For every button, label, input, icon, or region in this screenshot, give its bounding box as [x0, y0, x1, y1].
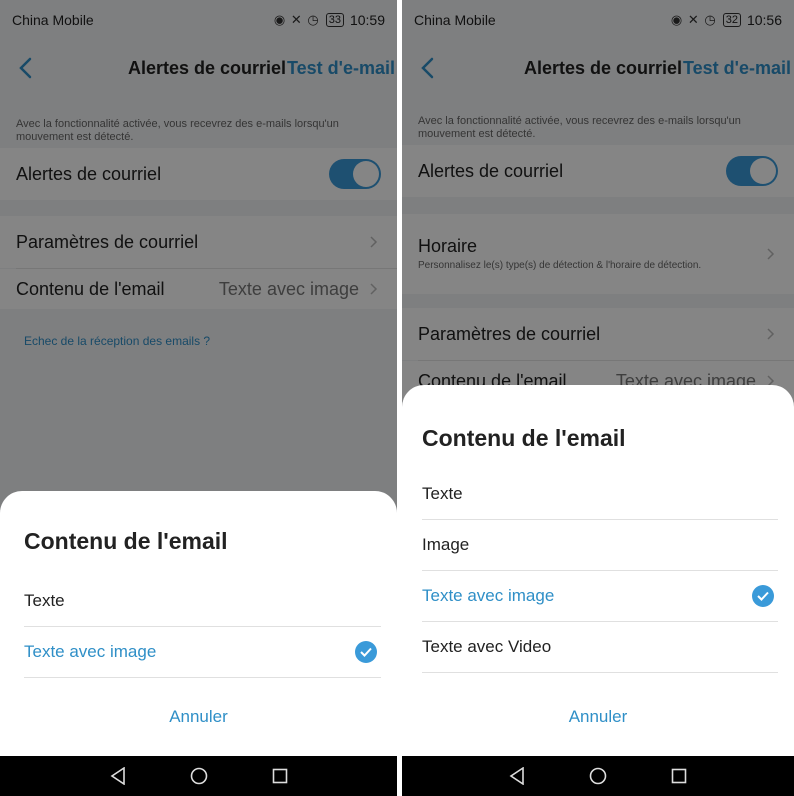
back-triangle-icon[interactable] [509, 767, 525, 785]
system-navigation-bar [402, 756, 794, 796]
system-navigation-bar [0, 756, 397, 796]
option-image[interactable]: Image [422, 520, 778, 571]
back-triangle-icon[interactable] [110, 767, 126, 785]
option-text[interactable]: Texte [24, 576, 381, 627]
recents-square-icon[interactable] [272, 768, 288, 784]
home-circle-icon[interactable] [589, 767, 607, 785]
cancel-button[interactable]: Annuler [0, 707, 397, 727]
option-text-with-image[interactable]: Texte avec image [422, 571, 778, 622]
left-phone-screen: China Mobile ◉ ✕ ◷ 33 10:59 Alertes de c… [0, 0, 397, 796]
option-text[interactable]: Texte [422, 469, 778, 520]
option-text-with-image[interactable]: Texte avec image [24, 627, 381, 678]
cancel-button[interactable]: Annuler [402, 707, 794, 727]
checkmark-icon [355, 641, 377, 663]
recents-square-icon[interactable] [671, 768, 687, 784]
email-content-sheet: Contenu de l'email Texte Texte avec imag… [0, 491, 397, 756]
email-content-sheet: Contenu de l'email Texte Image Texte ave… [402, 385, 794, 756]
home-circle-icon[interactable] [190, 767, 208, 785]
sheet-title: Contenu de l'email [24, 528, 228, 554]
right-phone-screen: China Mobile ◉ ✕ ◷ 32 10:56 Alertes de c… [402, 0, 794, 796]
sheet-title: Contenu de l'email [422, 425, 626, 451]
option-text-with-video[interactable]: Texte avec Video [422, 622, 778, 673]
checkmark-icon [752, 585, 774, 607]
